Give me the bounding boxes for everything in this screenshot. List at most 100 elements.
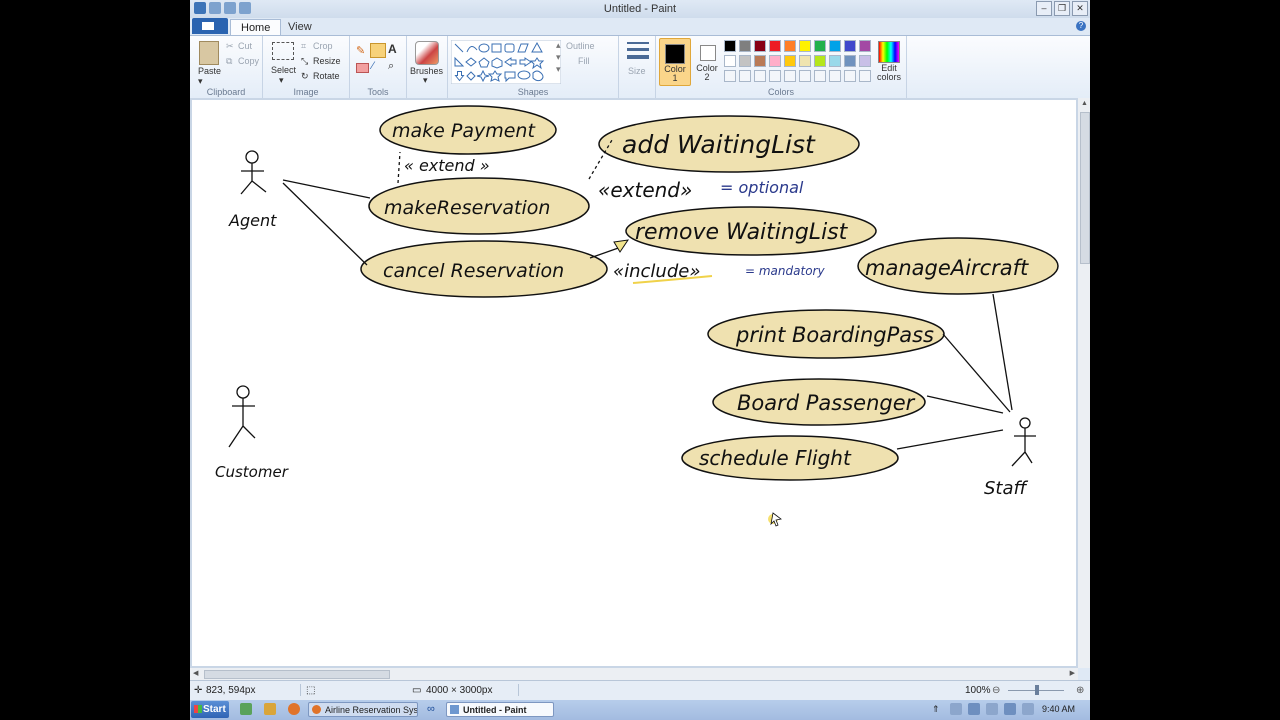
stereotype-label: « extend » <box>404 156 490 175</box>
tools-group: ✎ A ⁄ ⌕ Tools <box>350 36 407 98</box>
palette-swatch[interactable] <box>844 55 856 67</box>
palette-swatch[interactable] <box>814 70 826 82</box>
scroll-up-icon[interactable]: ▲ <box>1081 100 1088 107</box>
drawing-canvas[interactable]: make Payment add WaitingList makeReserva… <box>192 100 1076 666</box>
palette-swatch[interactable] <box>829 70 841 82</box>
palette-swatch[interactable] <box>799 70 811 82</box>
eraser-icon[interactable] <box>356 63 369 73</box>
palette-swatch[interactable] <box>739 40 751 52</box>
minimize-button[interactable]: – <box>1036 1 1052 16</box>
crop-button[interactable]: Crop <box>313 41 333 51</box>
rotate-icon: ↻ <box>301 71 309 81</box>
palette-swatch[interactable] <box>754 70 766 82</box>
paste-icon[interactable] <box>199 41 219 65</box>
quicklaunch-firefox-icon[interactable] <box>288 703 300 715</box>
magnifier-icon[interactable]: ⌕ <box>388 60 394 73</box>
palette-swatch[interactable] <box>724 40 736 52</box>
cursor-position: 823, 594px <box>206 685 256 696</box>
palette-swatch[interactable] <box>769 70 781 82</box>
rotate-button[interactable]: Rotate <box>313 71 340 81</box>
size-button[interactable]: Size <box>628 66 646 76</box>
palette-swatch[interactable] <box>769 40 781 52</box>
palette-swatch[interactable] <box>784 55 796 67</box>
actor-label: Staff <box>984 478 1029 499</box>
brush-icon[interactable] <box>415 41 439 65</box>
cut-button[interactable]: Cut <box>238 41 252 51</box>
taskbar-link-icon[interactable]: ∞ <box>427 703 435 715</box>
zoom-out-icon[interactable]: ⊖ <box>992 685 1000 696</box>
palette-swatch[interactable] <box>829 55 841 67</box>
palette-swatch[interactable] <box>784 70 796 82</box>
restore-button[interactable]: ❐ <box>1054 1 1070 16</box>
color2-button[interactable]: Color 2 <box>692 38 722 84</box>
pencil-icon[interactable]: ✎ <box>356 44 365 57</box>
include-arrowhead <box>613 239 630 253</box>
palette-swatch[interactable] <box>859 40 871 52</box>
text-tool-icon[interactable]: A <box>388 42 397 56</box>
help-icon[interactable]: ? <box>1076 21 1086 31</box>
tab-view[interactable]: View <box>278 19 322 35</box>
tray-icon[interactable] <box>1004 703 1016 715</box>
outline-button[interactable]: Outline <box>566 41 595 51</box>
tray-icon[interactable] <box>986 703 998 715</box>
palette-swatch[interactable] <box>754 40 766 52</box>
close-button[interactable]: ✕ <box>1072 1 1088 16</box>
use-case-label: makeReservation <box>384 197 550 219</box>
fill-bucket-icon[interactable] <box>370 43 386 58</box>
scroll-right-icon[interactable]: ▶ <box>1070 669 1075 677</box>
palette-swatch[interactable] <box>724 70 736 82</box>
quicklaunch-folder-icon[interactable] <box>264 703 276 715</box>
palette-swatch[interactable] <box>799 40 811 52</box>
palette-swatch[interactable] <box>799 55 811 67</box>
resize-button[interactable]: Resize <box>313 56 341 66</box>
select-icon[interactable] <box>272 42 294 60</box>
tab-home[interactable]: Home <box>230 19 282 36</box>
copy-icon: ⧉ <box>226 56 233 66</box>
palette-swatch[interactable] <box>844 70 856 82</box>
paste-button[interactable]: Paste <box>198 66 221 76</box>
volume-icon[interactable] <box>1022 703 1034 715</box>
paint-menu-button[interactable] <box>192 18 228 34</box>
select-button[interactable]: Select <box>271 65 296 75</box>
image-size: 4000 × 3000px <box>426 685 493 696</box>
palette-swatch[interactable] <box>829 40 841 52</box>
palette-swatch[interactable] <box>859 70 871 82</box>
palette-swatch[interactable] <box>814 40 826 52</box>
taskbar-item-label: Airline Reservation Syste... <box>325 705 418 715</box>
tray-expand-icon[interactable]: ⇑ <box>932 704 940 715</box>
start-button[interactable]: Start <box>191 701 229 718</box>
color1-button[interactable]: Color 1 <box>659 38 691 86</box>
color-picker-icon[interactable]: ⁄ <box>372 60 374 72</box>
scroll-left-icon[interactable]: ◀ <box>193 669 198 677</box>
palette-swatch[interactable] <box>739 55 751 67</box>
edit-colors-icon[interactable] <box>878 41 900 63</box>
palette-swatch[interactable] <box>814 55 826 67</box>
fill-button[interactable]: Fill <box>578 56 590 66</box>
horizontal-scrollbar[interactable]: ◀ ▶ <box>190 668 1078 680</box>
palette-swatch[interactable] <box>724 55 736 67</box>
clock[interactable]: 9:40 AM <box>1042 704 1075 714</box>
vertical-scroll-thumb[interactable] <box>1080 112 1090 264</box>
quicklaunch-ie-icon[interactable] <box>240 703 252 715</box>
taskbar-item-paint[interactable]: Untitled - Paint <box>446 702 554 717</box>
edit-colors-button[interactable]: Edit colors <box>876 64 902 82</box>
palette-swatch[interactable] <box>784 40 796 52</box>
shapes-gallery[interactable] <box>451 40 561 84</box>
use-case-label: add WaitingList <box>622 130 816 159</box>
copy-button[interactable]: Copy <box>238 56 259 66</box>
tray-icon[interactable] <box>950 703 962 715</box>
zoom-slider-thumb[interactable] <box>1035 685 1039 695</box>
vertical-scrollbar[interactable]: ▲ <box>1078 98 1090 668</box>
palette-swatch[interactable] <box>754 55 766 67</box>
palette-swatch[interactable] <box>844 40 856 52</box>
tools-group-label: Tools <box>367 87 389 97</box>
taskbar-item-browser[interactable]: Airline Reservation Syste... <box>308 702 418 717</box>
palette-swatch[interactable] <box>769 55 781 67</box>
palette-swatch[interactable] <box>739 70 751 82</box>
tray-icon[interactable] <box>968 703 980 715</box>
palette-swatch[interactable] <box>859 55 871 67</box>
stereotype-label: «extend» <box>598 178 692 202</box>
horizontal-scroll-thumb[interactable] <box>204 670 390 679</box>
use-case-label: cancel Reservation <box>383 260 564 282</box>
zoom-in-icon[interactable]: ⊕ <box>1076 685 1084 696</box>
